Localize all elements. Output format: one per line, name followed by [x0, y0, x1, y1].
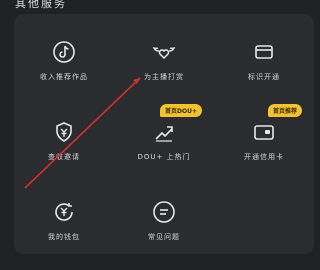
promo-badge: 首页DOU+ — [160, 104, 202, 117]
service-label: 为主播打赏 — [144, 73, 184, 81]
wallet-card-icon — [252, 120, 276, 144]
yuan-shield-icon — [52, 120, 76, 144]
service-label: 查收邀请 — [48, 153, 80, 161]
service-tile-3[interactable]: 标识开通 — [214, 30, 314, 110]
trend-arrow-icon — [152, 120, 176, 144]
service-tile-4[interactable]: 查收邀请 — [14, 110, 114, 190]
service-tile-8[interactable]: 常见问题 — [114, 190, 214, 270]
service-label: 常见问题 — [148, 233, 180, 241]
tiktok-icon — [52, 40, 76, 64]
service-label: 收入推荐作品 — [40, 73, 88, 81]
chat-bubble-icon — [152, 200, 176, 224]
heart-wings-icon — [152, 40, 176, 64]
services-grid: 收入推荐作品 为主播打赏 标识开通 查收邀请 首页DOU+ DOU+ 上热门 首… — [14, 30, 314, 270]
card-icon — [252, 40, 276, 64]
service-label: DOU+ 上热门 — [137, 153, 191, 161]
section-title: 其他服务 — [15, 0, 67, 10]
service-tile-2[interactable]: 为主播打赏 — [114, 30, 214, 110]
yuan-cycle-icon — [52, 200, 76, 224]
promo-badge: 首页推荐 — [267, 104, 302, 117]
service-label: 标识开通 — [248, 73, 280, 81]
service-tile-6[interactable]: 首页推荐 开通信用卡 — [214, 104, 314, 190]
service-tile-7[interactable]: 我的钱包 — [14, 190, 114, 270]
service-tile-5[interactable]: 首页DOU+ DOU+ 上热门 — [114, 104, 214, 190]
service-label: 我的钱包 — [48, 233, 80, 241]
service-label: 开通信用卡 — [244, 153, 284, 161]
service-tile-1[interactable]: 收入推荐作品 — [14, 30, 114, 110]
